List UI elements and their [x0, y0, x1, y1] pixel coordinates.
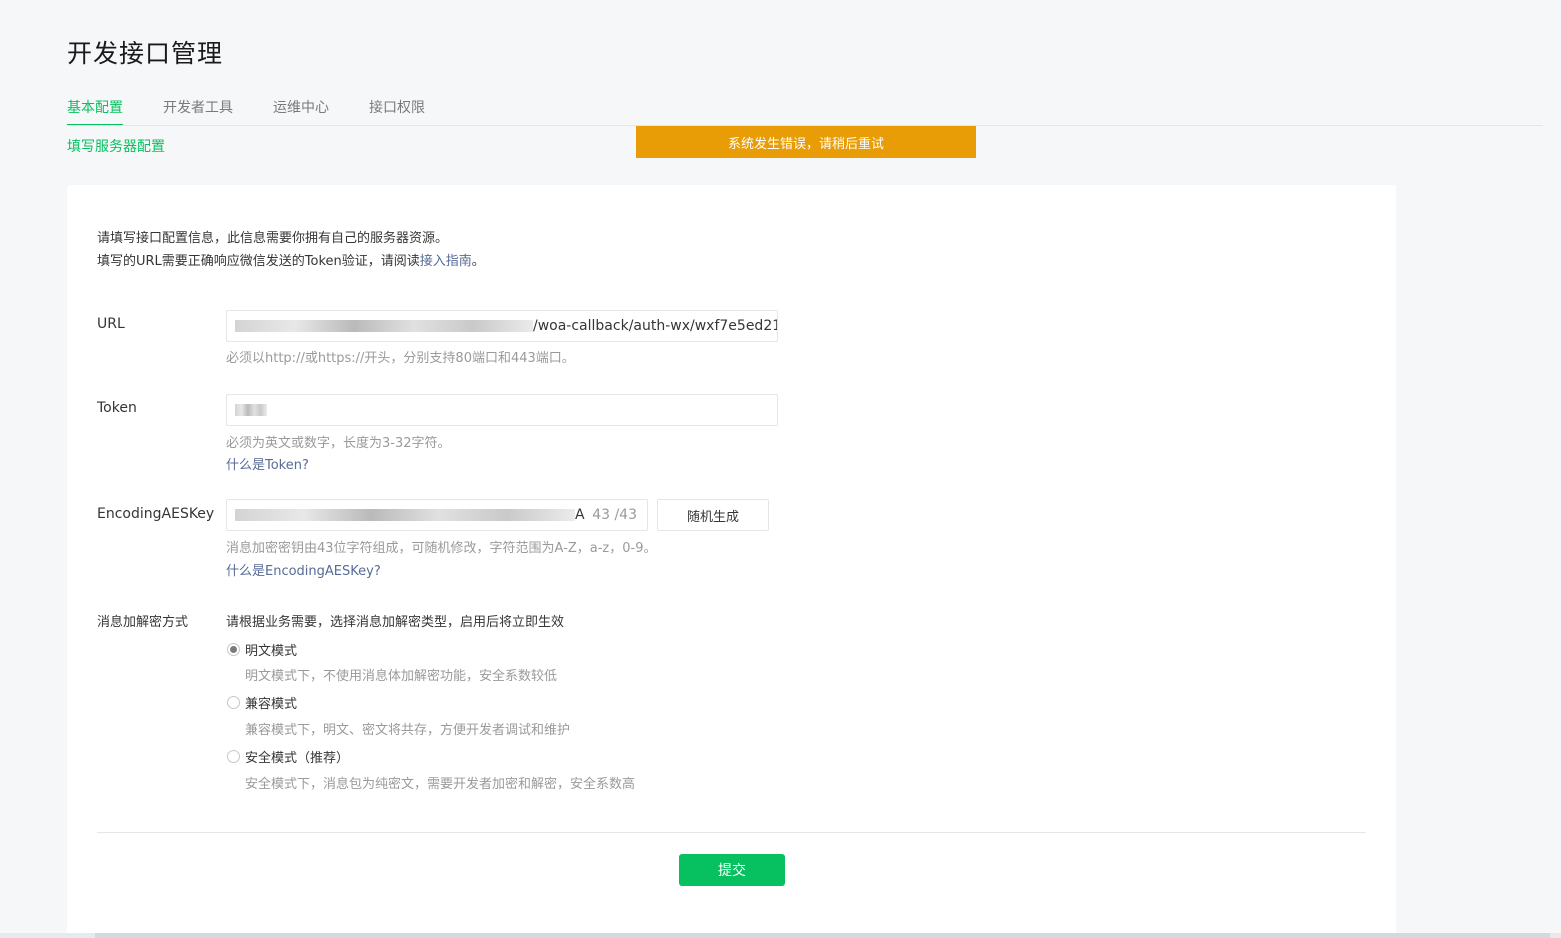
- radio-secure-mode[interactable]: 安全模式（推荐）: [227, 747, 349, 766]
- aes-key-value: A: [575, 507, 585, 523]
- page: 开发接口管理 基本配置 开发者工具 运维中心 接口权限 填写服务器配置 系统发生…: [0, 0, 1561, 938]
- what-is-token-link[interactable]: 什么是Token?: [226, 454, 309, 473]
- tab-api-permissions[interactable]: 接口权限: [369, 96, 425, 126]
- tab-developer-tools[interactable]: 开发者工具: [163, 96, 233, 126]
- horizontal-scrollbar[interactable]: [0, 933, 1561, 938]
- intro-line-2-suffix: 。: [471, 254, 485, 269]
- radio-unchecked-icon: [227, 750, 240, 763]
- url-input[interactable]: /woa-callback/auth-wx/wxf7e5ed21: [226, 310, 778, 342]
- page-title: 开发接口管理: [67, 39, 224, 68]
- access-guide-link[interactable]: 接入指南: [420, 254, 472, 269]
- redacted-url-part: [235, 320, 533, 332]
- encryption-mode-description: 请根据业务需要，选择消息加解密类型，启用后将立即生效: [226, 615, 565, 630]
- scrollbar-thumb[interactable]: [95, 933, 1550, 938]
- secure-mode-desc: 安全模式下，消息包为纯密文，需要开发者加密和解密，安全系数高: [245, 777, 636, 792]
- submit-button[interactable]: 提交: [679, 854, 785, 886]
- section-subtitle: 填写服务器配置: [67, 139, 165, 155]
- intro-line-2-prefix: 填写的URL需要正确响应微信发送的Token验证，请阅读: [97, 254, 420, 269]
- tab-basic-config[interactable]: 基本配置: [67, 96, 123, 126]
- radio-checked-icon: [227, 643, 240, 656]
- token-hint: 必须为英文或数字，长度为3-32字符。: [226, 436, 451, 451]
- url-label: URL: [97, 316, 125, 332]
- radio-compatible-mode[interactable]: 兼容模式: [227, 693, 297, 712]
- config-card: 请填写接口配置信息，此信息需要你拥有自己的服务器资源。 填写的URL需要正确响应…: [67, 185, 1396, 938]
- aes-char-count: 43 /43: [588, 500, 637, 530]
- intro-line-2: 填写的URL需要正确响应微信发送的Token验证，请阅读接入指南。: [97, 250, 485, 273]
- aes-label: EncodingAESKey: [97, 506, 215, 522]
- tab-bar: 基本配置 开发者工具 运维中心 接口权限: [67, 96, 465, 126]
- url-value: /woa-callback/auth-wx/wxf7e5ed21: [533, 318, 778, 334]
- radio-label: 安全模式（推荐）: [245, 751, 350, 766]
- aes-hint: 消息加密密钥由43位字符组成，可随机修改，字符范围为A-Z，a-z，0-9。: [226, 541, 657, 556]
- form-divider: [97, 832, 1366, 833]
- radio-label: 明文模式: [245, 644, 298, 659]
- intro-text: 请填写接口配置信息，此信息需要你拥有自己的服务器资源。 填写的URL需要正确响应…: [97, 227, 485, 273]
- tab-ops-center[interactable]: 运维中心: [273, 96, 329, 126]
- radio-plaintext-mode[interactable]: 明文模式: [227, 640, 297, 659]
- encryption-mode-label: 消息加解密方式: [97, 615, 189, 630]
- intro-line-1: 请填写接口配置信息，此信息需要你拥有自己的服务器资源。: [97, 231, 449, 246]
- aes-key-input[interactable]: A 43 /43: [226, 499, 648, 531]
- radio-label: 兼容模式: [245, 697, 298, 712]
- url-hint: 必须以http://或https://开头，分别支持80端口和443端口。: [226, 351, 575, 366]
- token-label: Token: [97, 400, 137, 416]
- compatible-mode-desc: 兼容模式下，明文、密文将共存，方便开发者调试和维护: [245, 723, 571, 738]
- random-generate-button[interactable]: 随机生成: [657, 499, 769, 531]
- what-is-aes-link[interactable]: 什么是EncodingAESKey?: [226, 560, 381, 579]
- token-input[interactable]: [226, 394, 778, 426]
- redacted-aes-key: [235, 509, 575, 521]
- radio-unchecked-icon: [227, 696, 240, 709]
- plaintext-mode-desc: 明文模式下，不使用消息体加解密功能，安全系数较低: [245, 669, 558, 684]
- redacted-token: [235, 404, 267, 416]
- error-toast: 系统发生错误，请稍后重试: [636, 126, 976, 158]
